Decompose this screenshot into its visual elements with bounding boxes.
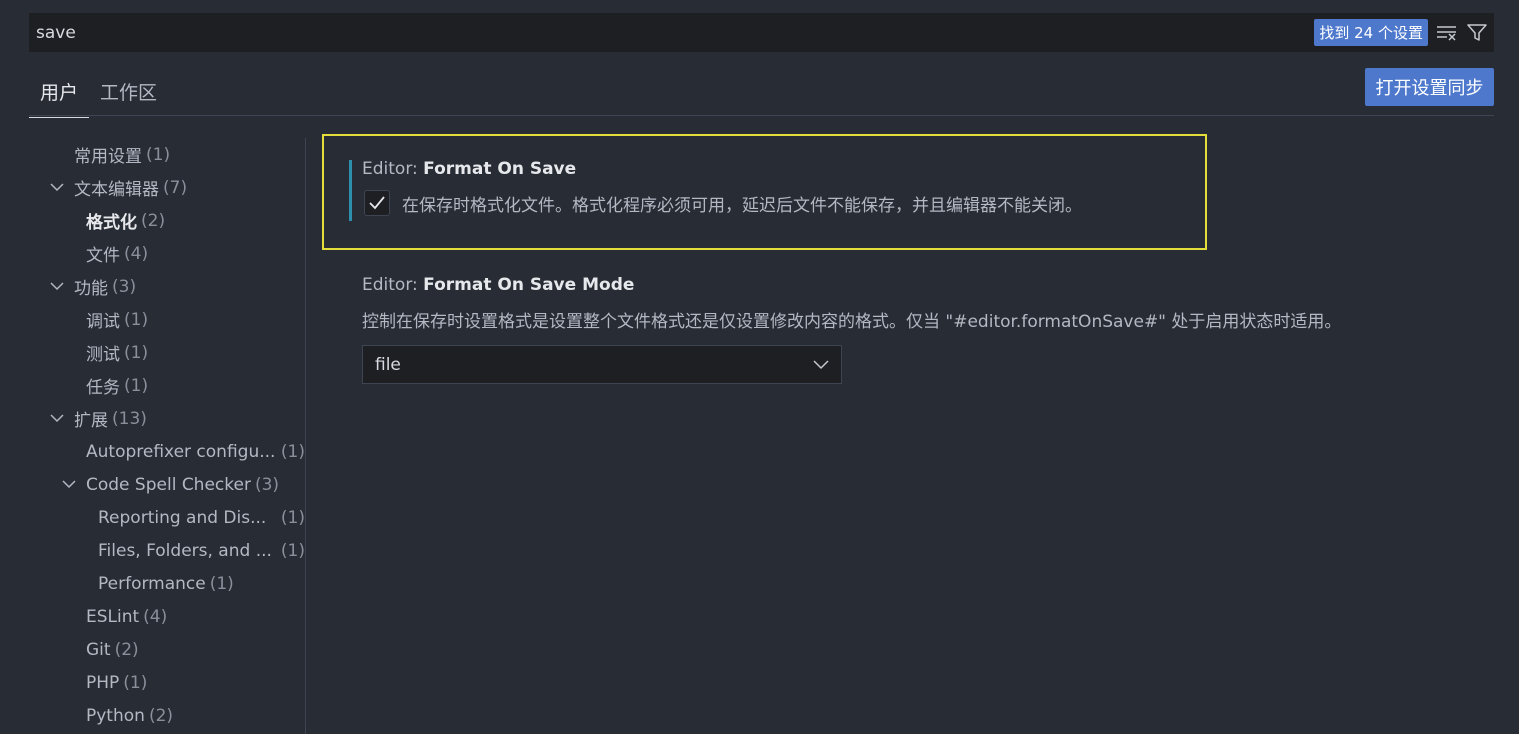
- toc-item-label: Autoprefixer configu...: [86, 441, 276, 462]
- toc-item-reporting-and-dis[interactable]: Reporting and Dis... (1): [29, 501, 305, 534]
- toc-item-label: 调试: [86, 312, 120, 332]
- chevron-down-icon[interactable]: [49, 411, 65, 427]
- settings-search-bar: 找到 24 个设置: [29, 13, 1494, 52]
- toc-item-php[interactable]: PHP (1): [29, 666, 305, 699]
- tab-divider: [29, 115, 1494, 116]
- toc-item-label: 文件: [86, 246, 120, 266]
- toc-item-count: (13): [112, 408, 147, 429]
- filter-icon[interactable]: [1464, 20, 1490, 46]
- toc-item-label: Python: [86, 705, 145, 726]
- toc-item-label: 文本编辑器: [74, 180, 159, 200]
- toc-item-label: PHP: [86, 672, 120, 693]
- select-value: file: [375, 354, 401, 375]
- toc-item-文本编辑器[interactable]: 文本编辑器 (7): [29, 171, 305, 204]
- toc-item-python[interactable]: Python (2): [29, 699, 305, 732]
- search-result-count-badge: 找到 24 个设置: [1314, 19, 1428, 46]
- chevron-down-icon[interactable]: [61, 477, 77, 493]
- setting-title: Editor: Format On Save Mode: [362, 275, 634, 295]
- toc-item-扩展[interactable]: 扩展 (13): [29, 402, 305, 435]
- toc-item-count: (4): [124, 243, 149, 264]
- toc-item-count: (4): [143, 606, 168, 627]
- toc-item-count: (7): [163, 177, 188, 198]
- chevron-down-icon[interactable]: [49, 180, 65, 196]
- check-icon: [369, 196, 385, 210]
- setting-description: 在保存时格式化文件。格式化程序必须可用，延迟后文件不能保存，并且编辑器不能关闭。: [402, 196, 1082, 216]
- tab-user[interactable]: 用户: [29, 70, 90, 118]
- toc-item-count: (3): [254, 474, 280, 495]
- toc-item-label: ESLint: [86, 606, 140, 627]
- toc-item-label: 任务: [86, 378, 120, 398]
- format-on-save-mode-select[interactable]: file: [362, 345, 842, 384]
- toc-item-count: (1): [124, 342, 149, 363]
- open-settings-sync-button[interactable]: 打开设置同步: [1365, 68, 1494, 106]
- toc-item-count: (3): [112, 276, 137, 297]
- toc-item-code-spell-checker[interactable]: Code Spell Checker (3): [29, 468, 305, 501]
- chevron-down-icon[interactable]: [49, 279, 65, 295]
- toc-item-测试[interactable]: 测试 (1): [29, 336, 305, 369]
- setting-description: 控制在保存时设置格式是设置整个文件格式还是仅设置修改内容的格式。仅当 "#edi…: [362, 312, 1342, 332]
- setting-category: Editor:: [362, 159, 424, 179]
- setting-name: Format On Save Mode: [423, 275, 635, 295]
- toc-item-count: (1): [124, 309, 149, 330]
- toc-item-count: (1): [146, 144, 171, 165]
- toc-item-count: (2): [141, 210, 166, 231]
- toc-item-performance[interactable]: Performance (1): [29, 567, 305, 600]
- toc-item-label: 扩展: [74, 411, 108, 431]
- toc-item-label: Performance: [98, 573, 206, 594]
- toc-item-files-folders-and[interactable]: Files, Folders, and ... (1): [29, 534, 305, 567]
- toc-item-label: Files, Folders, and ...: [98, 540, 272, 561]
- toc-item-常用设置[interactable]: 常用设置 (1): [29, 138, 305, 171]
- toc-item-git[interactable]: Git (2): [29, 633, 305, 666]
- toc-item-label: Git: [86, 639, 111, 660]
- toc-item-count: (1): [280, 441, 305, 462]
- setting-category: Editor:: [362, 275, 424, 295]
- settings-search-input[interactable]: [29, 13, 1315, 52]
- setting-name: Format On Save: [423, 159, 577, 179]
- toc-item-count: (2): [148, 705, 174, 726]
- settings-toc: 常用设置 (1) 文本编辑器 (7) 格式化 (2) 文件 (4) 功能 (3) 调试 (1) 测试 (1…: [29, 138, 305, 734]
- toc-item-count: (2): [114, 639, 139, 660]
- toc-item-count: (1): [209, 573, 234, 594]
- toc-item-文件[interactable]: 文件 (4): [29, 237, 305, 270]
- toc-item-count: (1): [124, 375, 149, 396]
- toc-item-label: 测试: [86, 345, 120, 365]
- toc-divider: [305, 138, 306, 734]
- setting-format-on-save: Editor: Format On Save 在保存时格式化文件。格式化程序必须…: [322, 134, 1207, 250]
- setting-title: Editor: Format On Save: [362, 159, 576, 179]
- toc-item-任务[interactable]: 任务 (1): [29, 369, 305, 402]
- modified-indicator: [349, 160, 352, 221]
- tab-workspace[interactable]: 工作区: [89, 70, 168, 118]
- toc-item-count: (1): [123, 672, 148, 693]
- toc-item-调试[interactable]: 调试 (1): [29, 303, 305, 336]
- format-on-save-checkbox[interactable]: [364, 190, 390, 216]
- toc-item-label: 格式化: [86, 213, 137, 233]
- toc-item-label: 常用设置: [74, 147, 142, 167]
- toc-item-count: (1): [280, 540, 305, 561]
- toc-item-autoprefixer-configu[interactable]: Autoprefixer configu... (1): [29, 435, 305, 468]
- toc-item-格式化[interactable]: 格式化 (2): [29, 204, 305, 237]
- settings-scope-tabs: 用户 工作区: [29, 70, 168, 118]
- toc-item-label: Reporting and Dis...: [98, 507, 267, 528]
- toc-item-count: (1): [280, 507, 305, 528]
- toc-item-label: 功能: [74, 279, 108, 299]
- chevron-down-icon: [813, 359, 829, 369]
- toc-item-label: Code Spell Checker: [86, 474, 251, 495]
- toc-item-功能[interactable]: 功能 (3): [29, 270, 305, 303]
- toc-item-eslint[interactable]: ESLint (4): [29, 600, 305, 633]
- clear-filter-icon[interactable]: [1434, 20, 1460, 46]
